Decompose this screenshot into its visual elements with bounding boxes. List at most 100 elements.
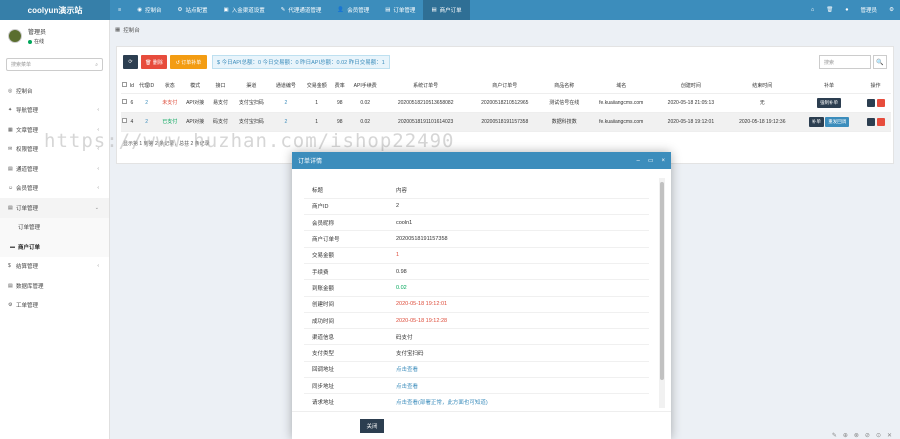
cell-agent-link[interactable]: 2 [135,93,159,113]
sidebar-item-channels[interactable]: ▤ 通道管理 ‹ [0,159,109,179]
col-interface[interactable]: 接口 [209,79,233,94]
delete-button[interactable]: 🗑 删除 [141,55,167,69]
detail-row: 请求地址 点击查看(部署正常，此方面也可知道) [304,393,649,407]
trash-icon[interactable]: 🗑 [820,7,839,13]
sidebar-item-dashboard[interactable]: ◎ 控制台 [0,81,109,101]
resend-callback-button[interactable]: 重发回调 [825,116,850,127]
col-repay: 补单 [797,79,861,94]
modal-scrollbar[interactable] [659,178,665,408]
nav-site-config[interactable]: ⚙ 站点配置 [170,0,216,20]
sidebar-item-database[interactable]: ▤ 数据库管理 [0,276,109,296]
delete-icon[interactable] [876,98,885,107]
detail-link[interactable]: 点击查看 [388,377,649,395]
sidebar-subitem-order-management[interactable]: 订单管理 [0,217,109,237]
nav-merchant-orders[interactable]: ▤ 商户订单 [423,0,470,20]
nav-agent-channel[interactable]: ✎ 代理通道管理 [273,0,330,20]
table-row[interactable]: 6 2 未支付 API对接 易支付 支付宝扫码 2 1 98 0.02 2020… [121,93,891,113]
detail-row: 回调地址 点击查看 [304,361,649,379]
table-header-row: Id 代理ID 状态 模式 接口 渠道 通道编号 交易金额 费率 API手续费 … [121,79,891,94]
detail-row: 手续费 0.98 [304,263,649,281]
col-channel[interactable]: 渠道 [232,79,271,94]
search-button[interactable]: 🔍 [873,55,887,69]
repay-order-button[interactable]: ↺ 订单补单 [170,55,207,69]
home-icon[interactable]: ⌂ [805,7,820,13]
minimize-icon[interactable]: – [636,158,639,164]
col-agent-id[interactable]: 代理ID [135,79,159,94]
col-mode[interactable]: 模式 [181,79,210,94]
cell-channel-no-link[interactable]: 2 [270,112,302,132]
row-checkbox[interactable] [121,112,129,132]
nav-members[interactable]: 👤 会员管理 [329,0,377,20]
col-merchant-order-no[interactable]: 商户订单号 [468,79,542,94]
block-icon[interactable]: ⊘ [865,432,870,439]
nav-deposit-channel[interactable]: ▣ 入金渠道设置 [216,0,273,20]
col-ended[interactable]: 结束时间 [726,79,798,94]
add-icon[interactable]: ⊕ [843,432,848,439]
force-repay-button[interactable]: 强制补单 [817,97,842,108]
detail-row: 交易金额 1 [304,247,649,264]
remove-icon[interactable]: ⊗ [854,432,859,439]
sidebar-item-navigation[interactable]: ✦ 导航管理 ‹ [0,101,109,121]
detail-icon[interactable] [866,117,875,126]
col-domain[interactable]: 域名 [587,79,656,94]
detail-key: 同步地址 [304,377,388,395]
close-button[interactable]: 关闭 [360,419,384,433]
col-amount[interactable]: 交易金额 [301,79,333,94]
table-row[interactable]: 4 2 已支付 API对接 码支付 支付宝扫码 2 1 98 0.02 2020… [121,112,891,132]
cell-channel-no-link[interactable]: 2 [270,93,302,113]
cell-system-order-no: 20200518191101614023 [382,112,469,132]
delete-icon[interactable] [876,117,885,126]
sidebar-item-settlement[interactable]: $ 结算管理 ‹ [0,257,109,277]
brand-logo[interactable]: coolyun演示站 [0,0,110,20]
close-icon[interactable]: ✕ [887,432,892,439]
col-goods[interactable]: 商品名称 [541,79,588,94]
user-name[interactable]: 管理员 [855,6,884,14]
row-checkbox[interactable] [121,93,129,113]
sidebar-item-tickets[interactable]: ⚙ 工单管理 [0,296,109,316]
scrollbar-thumb[interactable] [660,182,664,380]
col-rate[interactable]: 费率 [332,79,348,94]
col-created[interactable]: 创建时间 [655,79,727,94]
sidebar-subitem-merchant-orders[interactable]: ▬ 商户订单 [0,237,109,257]
col-status[interactable]: 状态 [158,79,182,94]
detail-key: 商户订单号 [304,230,388,248]
avatar [8,29,22,43]
sidebar-item-orders[interactable]: ▤ 订单管理 ⌄ [0,198,109,218]
chevron-left-icon: ‹ [97,263,99,270]
cell-domain: fe.kuaiiangcms.com [587,93,656,113]
target-icon[interactable]: ⊙ [876,432,881,439]
mail-icon: ✉ [8,146,13,153]
select-all-checkbox[interactable] [121,79,129,94]
chevron-left-icon: ‹ [97,107,99,114]
menu-icon: ≡ [118,7,122,13]
detail-link[interactable]: 点击查看 [388,361,649,379]
settings-icon[interactable]: ⚙ [883,7,900,13]
detail-icon[interactable] [866,98,875,107]
detail-key: 创建时间 [304,296,388,313]
detail-key: 渠道信息 [304,328,388,346]
cell-agent-link[interactable]: 2 [135,112,159,132]
detail-link[interactable]: 点击查看(部署正常，此方面也可知道) [388,393,649,407]
nav-dashboard[interactable]: ◉ 控制台 [129,0,169,20]
table-search-input[interactable]: 搜索 [819,55,871,69]
breadcrumb-label[interactable]: 控制台 [123,26,140,34]
col-channel-no[interactable]: 通道编号 [270,79,302,94]
nav-orders[interactable]: ▤ 订单管理 [377,0,423,20]
col-system-order-no[interactable]: 系统订单号 [382,79,469,94]
sidebar-item-members[interactable]: ☺ 会员管理 ‹ [0,179,109,199]
sidebar-toggle-button[interactable]: ≡ [110,0,129,20]
maximize-icon[interactable]: ▭ [648,157,654,164]
cell-mode: API对接 [181,112,210,132]
detail-row: 商户ID 2 [304,198,649,216]
user-avatar-icon[interactable]: ● [839,7,854,13]
sidebar-search-input[interactable]: 搜索菜单 ⌕ [6,58,103,71]
repay-button[interactable]: 补单 [808,116,824,127]
edit-icon[interactable]: ✎ [832,432,837,439]
refresh-button[interactable]: ⟳ [123,55,138,69]
cell-amount: 1 [301,93,333,113]
detail-key: 到账金额 [304,279,388,297]
col-api-fee[interactable]: API手续费 [347,79,383,94]
cell-goods: 测试信号在线 [541,93,588,113]
close-icon[interactable]: × [661,158,665,164]
dashboard-icon: ◎ [8,87,13,94]
